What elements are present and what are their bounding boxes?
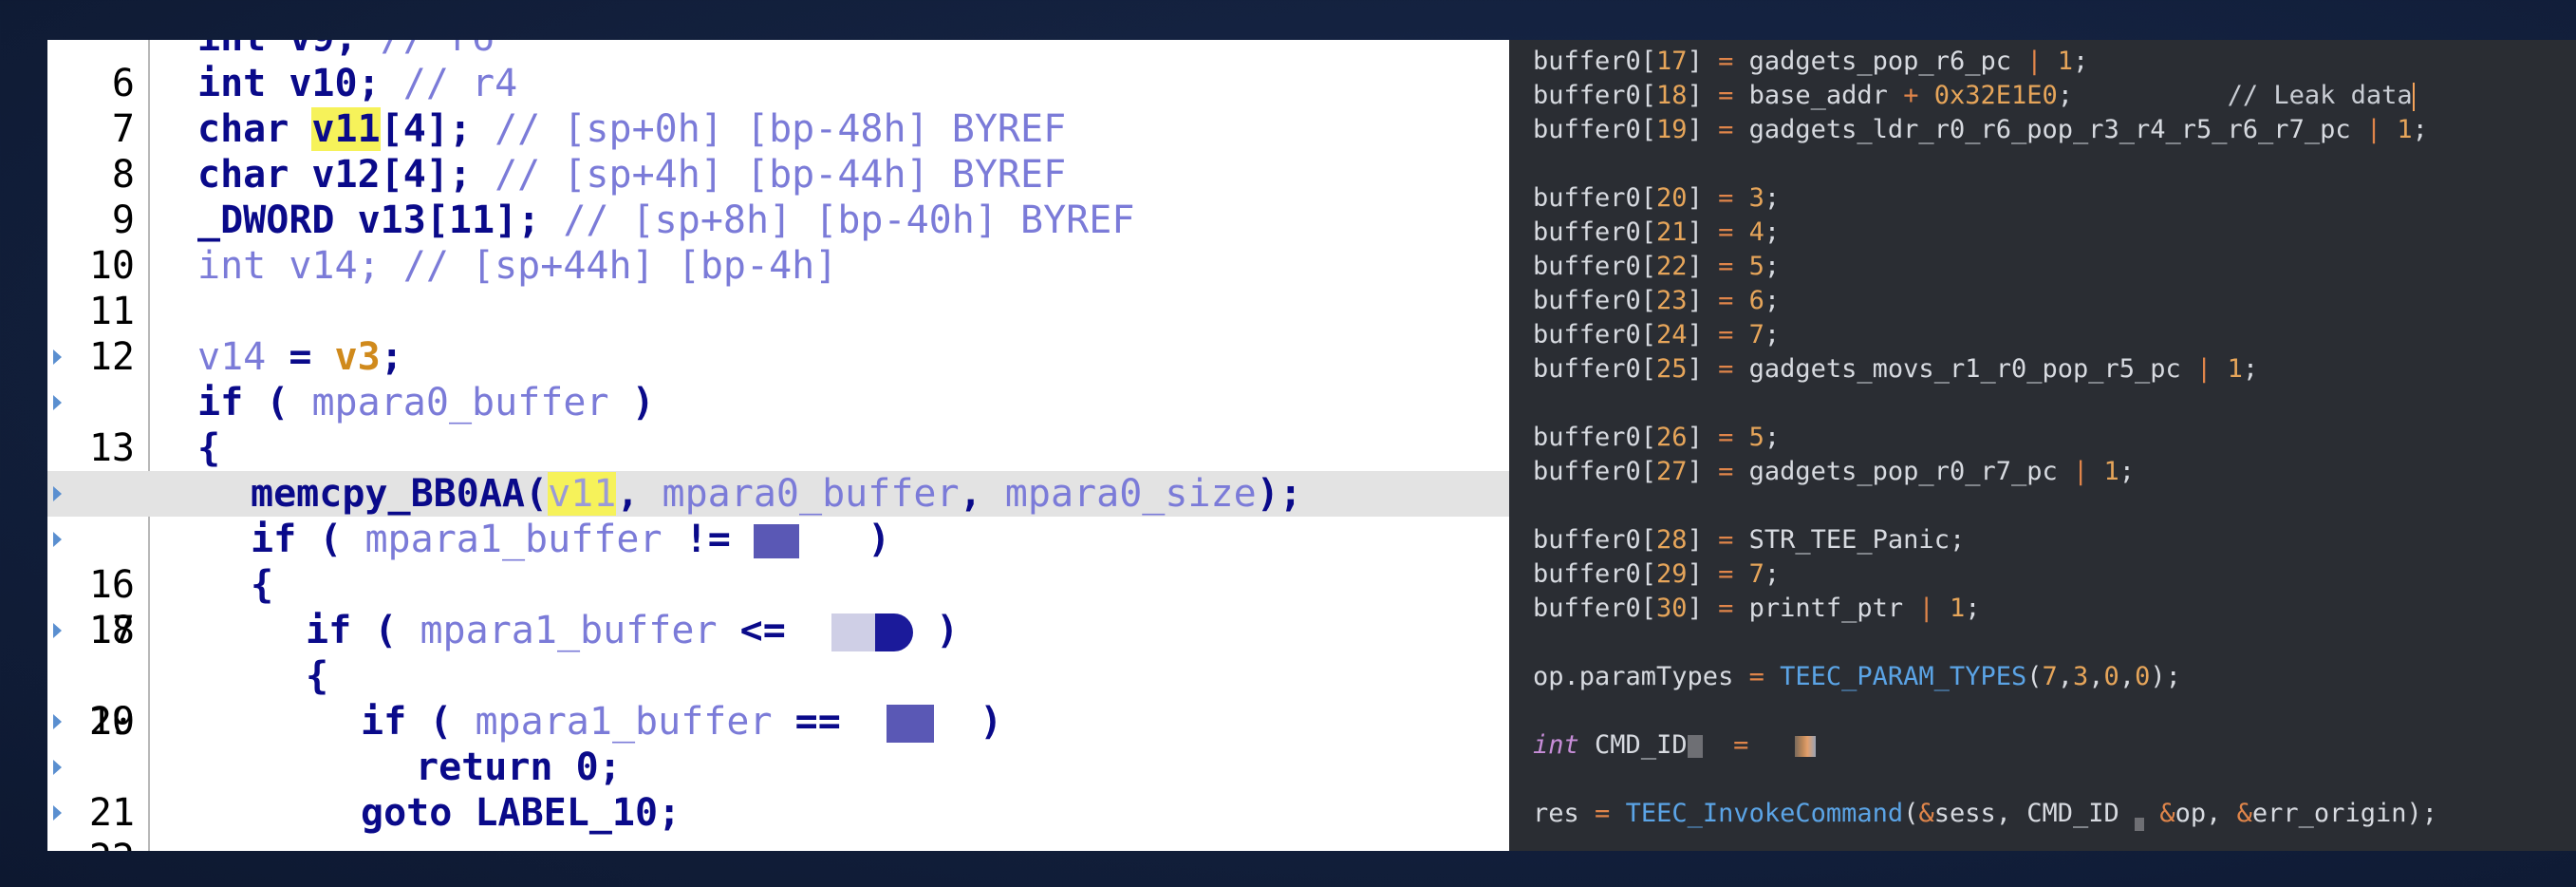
editor-line[interactable]: op.paramTypes = TEEC_PARAM_TYPES(7,3,0,0…	[1533, 660, 2181, 694]
code-line-current[interactable]: 16 memcpy_BB0AA(v11, mpara0_buffer, mpar…	[47, 471, 1509, 607]
code-line[interactable]: 9 char v12[4]; // [sp+4h] [bp-44h] BYREF	[47, 152, 1509, 242]
code-text: {	[251, 563, 274, 607]
code-text: if ( mpara0_buffer )	[197, 381, 655, 425]
code-line[interactable]: 14 if ( mpara0_buffer )	[47, 380, 1509, 516]
breakpoint-marker-icon[interactable]	[53, 623, 62, 638]
code-line[interactable]: 18 {	[47, 562, 1509, 652]
code-text: int v14; // [sp+44h] [bp-4h]	[197, 244, 838, 288]
text-cursor	[2412, 82, 2415, 111]
code-line[interactable]: 7 int v10; // r4	[47, 61, 1509, 151]
ida-pseudocode-pane[interactable]: 6 int v9; // r6 7 int v10; // r4 8 char …	[47, 40, 1509, 851]
code-line[interactable]: 17 if ( mpara1_buffer != )	[47, 517, 1509, 652]
code-line[interactable]: 6 int v9; // r6	[47, 40, 1509, 105]
editor-line[interactable]: buffer0[21] = 4;	[1533, 216, 1780, 250]
code-line[interactable]: 10 _DWORD v13[11]; // [sp+8h] [bp-40h] B…	[47, 198, 1509, 288]
code-text: return 0;	[416, 745, 622, 789]
editor-line[interactable]: buffer0[22] = 5;	[1533, 250, 1780, 284]
editor-line[interactable]: buffer0[20] = 3;	[1533, 181, 1780, 216]
redacted-value	[1795, 735, 1817, 757]
code-line[interactable]: 8 char v11[4]; // [sp+0h] [bp-48h] BYREF	[47, 106, 1509, 197]
code-text: char v12[4]; // [sp+4h] [bp-44h] BYREF	[197, 153, 1067, 197]
code-text: {	[197, 426, 221, 470]
editor-line[interactable]: buffer0[23] = 6;	[1533, 284, 1780, 318]
code-line[interactable]: 19 if ( mpara1_buffer <= )	[47, 608, 1509, 744]
breakpoint-marker-icon[interactable]	[53, 805, 62, 821]
redacted-value	[874, 613, 913, 651]
editor-line[interactable]: buffer0[18] = base_addr + 0x32E1E0; // L…	[1533, 79, 2415, 113]
code-line[interactable]: 23 goto LABEL_10;	[47, 790, 1509, 836]
code-line[interactable]: 21 if ( mpara1_buffer == )	[47, 699, 1509, 835]
code-text: {	[306, 654, 329, 698]
editor-line[interactable]: buffer0[17] = gadgets_pop_r6_pc | 1;	[1533, 45, 2088, 79]
breakpoint-marker-icon[interactable]	[53, 395, 62, 410]
highlighted-identifier[interactable]: v11	[548, 472, 617, 516]
redacted-value	[831, 613, 875, 651]
redacted-value	[886, 705, 934, 743]
breakpoint-marker-icon[interactable]	[53, 714, 62, 729]
code-text: if ( mpara1_buffer != )	[251, 518, 891, 561]
code-line[interactable]: 20 {	[47, 653, 1509, 744]
code-text: if ( mpara1_buffer == )	[361, 700, 1003, 744]
code-text: _DWORD v13[11]; // [sp+8h] [bp-40h] BYRE…	[197, 198, 1135, 242]
editor-line[interactable]: buffer0[25] = gadgets_movs_r1_r0_pop_r5_…	[1533, 352, 2258, 387]
editor-line[interactable]: int CMD_ID =	[1533, 728, 1817, 763]
editor-line[interactable]: buffer0[29] = 7;	[1533, 557, 1780, 592]
code-editor-pane[interactable]: buffer0[17] = gadgets_pop_r6_pc | 1; buf…	[1509, 40, 2576, 851]
code-text: int v9; // r6	[197, 40, 495, 61]
redacted-value	[753, 524, 799, 558]
code-text: int v10; // r4	[197, 62, 518, 105]
editor-line[interactable]: res = TEEC_InvokeCommand(&sess, CMD_ID &…	[1533, 797, 2437, 831]
editor-line[interactable]: buffer0[28] = STR_TEE_Panic;	[1533, 523, 1965, 557]
breakpoint-marker-icon[interactable]	[53, 532, 62, 547]
highlighted-identifier[interactable]: v11	[311, 107, 381, 151]
code-text: v14 = v3;	[197, 335, 403, 379]
code-line[interactable]: 12	[47, 289, 1509, 379]
code-text: memcpy_BB0AA(v11, mpara0_buffer, mpara0_…	[251, 472, 1302, 516]
comment: // Leak data	[2227, 81, 2413, 110]
code-line[interactable]: 22 return 0;	[47, 745, 1509, 851]
editor-line[interactable]: buffer0[30] = printf_ptr | 1;	[1533, 592, 1981, 626]
code-line[interactable]: 13 v14 = v3;	[47, 334, 1509, 470]
editor-line[interactable]: buffer0[26] = 5;	[1533, 421, 1780, 455]
code-text: goto LABEL_10;	[361, 791, 681, 835]
editor-line[interactable]: buffer0[19] = gadgets_ldr_r0_r6_pop_r3_r…	[1533, 113, 2428, 147]
breakpoint-marker-icon[interactable]	[53, 486, 62, 501]
redacted-value	[1687, 734, 1703, 758]
breakpoint-marker-icon[interactable]	[53, 349, 62, 365]
redacted-value	[2135, 818, 2145, 831]
editor-line[interactable]: buffer0[24] = 7;	[1533, 318, 1780, 352]
code-line[interactable]: 11 int v14; // [sp+44h] [bp-4h]	[47, 243, 1509, 333]
code-text: if ( mpara1_buffer <= )	[306, 609, 960, 652]
code-text: char v11[4]; // [sp+0h] [bp-48h] BYREF	[197, 107, 1067, 151]
editor-line[interactable]: buffer0[27] = gadgets_pop_r0_r7_pc | 1;	[1533, 455, 2135, 489]
code-line[interactable]: 15 {	[47, 425, 1509, 516]
breakpoint-marker-icon[interactable]	[53, 760, 62, 775]
